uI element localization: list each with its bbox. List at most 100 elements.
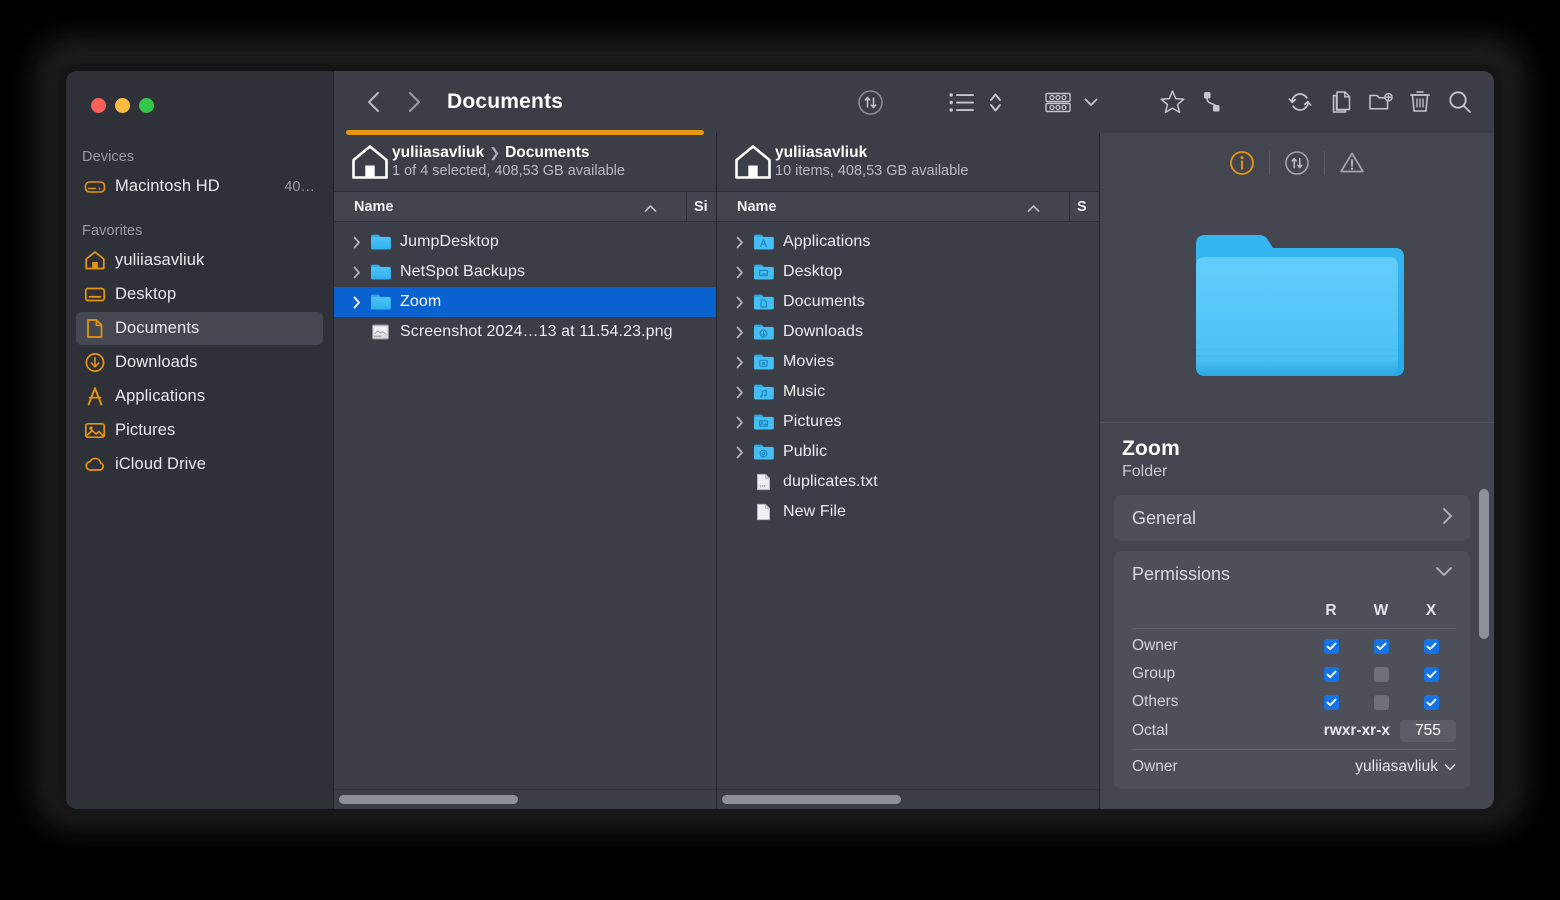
horizontal-scrollbar-track[interactable] (717, 789, 1099, 809)
column-header-size[interactable]: S (1069, 192, 1099, 221)
disclosure-triangle-icon[interactable] (735, 415, 753, 430)
grid-view-dropdown[interactable] (1078, 83, 1104, 121)
checkbox-checked[interactable] (1424, 695, 1439, 710)
sidebar-item-downloads[interactable]: Downloads (76, 346, 323, 379)
permission-cell-owner-read[interactable] (1306, 639, 1356, 654)
folder-icon (370, 293, 400, 311)
file-row[interactable]: Movies (717, 347, 1099, 377)
column-header-size[interactable]: Si (686, 192, 716, 221)
copy-button[interactable] (1320, 83, 1360, 121)
breadcrumb-item[interactable]: Documents (505, 144, 589, 162)
section-general[interactable]: General (1114, 495, 1470, 541)
sidebar-item-yuliiasavliuk[interactable]: yuliiasavliuk (76, 244, 323, 277)
disclosure-triangle-icon[interactable] (735, 325, 753, 340)
checkbox-checked[interactable] (1424, 667, 1439, 682)
checkbox-checked[interactable] (1324, 639, 1339, 654)
checkbox-checked[interactable] (1324, 695, 1339, 710)
horizontal-scrollbar-thumb[interactable] (722, 795, 901, 804)
permission-cell-group-read[interactable] (1306, 667, 1356, 682)
column-header-name[interactable]: Name (737, 199, 777, 215)
inspector-scrollbar-thumb[interactable] (1479, 489, 1489, 639)
file-row[interactable]: Applications (717, 227, 1099, 257)
delete-button[interactable] (1400, 83, 1440, 121)
sidebar-item-icloud-drive[interactable]: iCloud Drive (76, 448, 323, 481)
close-window-button[interactable] (91, 98, 106, 113)
folder-movies-icon (753, 353, 783, 371)
warnings-tab[interactable] (1325, 143, 1379, 183)
share-button[interactable] (1192, 83, 1232, 121)
sidebar-item-desktop[interactable]: Desktop (76, 278, 323, 311)
disclosure-triangle-icon[interactable] (735, 265, 753, 280)
section-permissions-header[interactable]: Permissions (1114, 551, 1470, 597)
file-row[interactable]: Public (717, 437, 1099, 467)
permission-cell-group-execute[interactable] (1406, 667, 1456, 682)
checkbox-checked[interactable] (1424, 639, 1439, 654)
file-row[interactable]: NetSpot Backups (334, 257, 716, 287)
file-row[interactable]: Music (717, 377, 1099, 407)
owner-dropdown[interactable]: yuliiasavliuk (1355, 758, 1456, 776)
sort-order-button[interactable] (982, 83, 1008, 121)
permission-cell-others-read[interactable] (1306, 695, 1356, 710)
permission-cell-group-write[interactable] (1356, 667, 1406, 682)
breadcrumb-item[interactable]: yuliiasavliuk (392, 144, 484, 162)
inspector-subtitle: Folder (1122, 463, 1472, 481)
permission-cell-others-write[interactable] (1356, 695, 1406, 710)
disclosure-triangle-icon[interactable] (735, 235, 753, 250)
section-general-header[interactable]: General (1114, 495, 1470, 541)
file-row[interactable]: Downloads (717, 317, 1099, 347)
list-view-button[interactable] (942, 83, 982, 121)
file-name: Music (783, 383, 825, 401)
sidebar-item-documents[interactable]: Documents (76, 312, 323, 345)
sidebar-group-title-favorites: Favorites (66, 223, 333, 239)
cloud-icon (82, 454, 108, 476)
column-header-name[interactable]: Name (354, 199, 394, 215)
grid-view-button[interactable] (1038, 83, 1078, 121)
info-tab[interactable] (1215, 143, 1269, 183)
file-row[interactable]: Zoom (334, 287, 716, 317)
disclosure-triangle-icon[interactable] (735, 445, 753, 460)
permission-cell-owner-execute[interactable] (1406, 639, 1456, 654)
breadcrumb-item[interactable]: yuliiasavliuk (775, 144, 867, 162)
disclosure-triangle-icon[interactable] (735, 385, 753, 400)
checkbox-unchecked[interactable] (1374, 695, 1389, 710)
permissions-header-execute: X (1406, 602, 1456, 620)
checkbox-checked[interactable] (1374, 639, 1389, 654)
sidebar-item-macintosh-hd[interactable]: Macintosh HD40… (76, 170, 323, 203)
file-row[interactable]: TXTduplicates.txt (717, 467, 1099, 497)
nav-buttons (334, 85, 431, 119)
transfer-tab[interactable] (1270, 143, 1324, 183)
maximize-window-button[interactable] (139, 98, 154, 113)
checkbox-checked[interactable] (1324, 667, 1339, 682)
permission-cell-owner-write[interactable] (1356, 639, 1406, 654)
permission-cell-others-execute[interactable] (1406, 695, 1456, 710)
sidebar-item-applications[interactable]: Applications (76, 380, 323, 413)
file-row[interactable]: New File (717, 497, 1099, 527)
file-row[interactable]: Screenshot 2024…13 at 11.54.23.png (334, 317, 716, 347)
sidebar-item-label: Documents (115, 319, 199, 338)
file-row[interactable]: JumpDesktop (334, 227, 716, 257)
file-row[interactable]: Desktop (717, 257, 1099, 287)
permissions-divider-top (1132, 628, 1456, 629)
disclosure-triangle-icon[interactable] (735, 295, 753, 310)
new-folder-button[interactable] (1360, 83, 1400, 121)
disclosure-triangle-icon[interactable] (352, 265, 370, 280)
file-row[interactable]: Pictures (717, 407, 1099, 437)
inspector-scrollbar-track[interactable] (1479, 489, 1489, 809)
horizontal-scrollbar-thumb[interactable] (339, 795, 518, 804)
search-button[interactable] (1440, 83, 1480, 121)
refresh-button[interactable] (1280, 83, 1320, 121)
sidebar: DevicesMacintosh HD40…Favoritesyuliiasav… (66, 71, 334, 809)
favorite-button[interactable] (1152, 83, 1192, 121)
sync-arrows-button[interactable] (850, 83, 890, 121)
file-row[interactable]: Documents (717, 287, 1099, 317)
back-button[interactable] (356, 85, 390, 119)
minimize-window-button[interactable] (115, 98, 130, 113)
disclosure-triangle-icon[interactable] (735, 355, 753, 370)
checkbox-unchecked[interactable] (1374, 667, 1389, 682)
disclosure-triangle-icon[interactable] (352, 235, 370, 250)
sidebar-item-pictures[interactable]: Pictures (76, 414, 323, 447)
octal-input[interactable]: 755 (1400, 720, 1456, 742)
forward-button[interactable] (397, 85, 431, 119)
disclosure-triangle-icon[interactable] (352, 295, 370, 310)
horizontal-scrollbar-track[interactable] (334, 789, 716, 809)
